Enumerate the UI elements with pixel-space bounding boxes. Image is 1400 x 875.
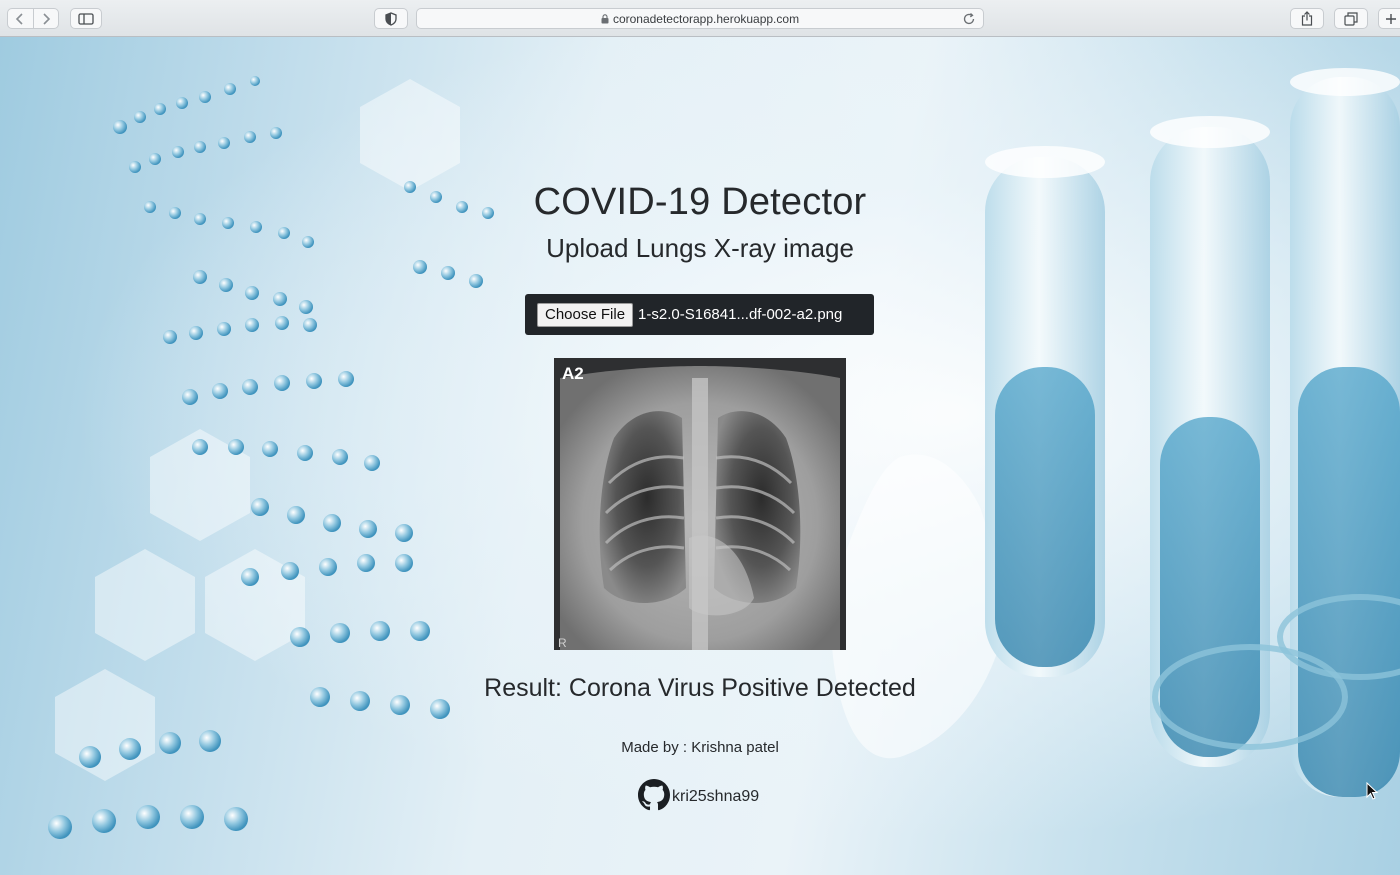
choose-file-button[interactable]: Choose File (537, 302, 634, 327)
page-subtitle: Upload Lungs X-ray image (546, 233, 854, 263)
result-text: Result: Corona Virus Positive Detected (484, 674, 916, 702)
chevron-right-icon (43, 12, 50, 25)
sidebar-icon (78, 12, 94, 25)
page-title: COVID-19 Detector (533, 181, 867, 223)
new-tab-button[interactable] (1378, 8, 1400, 29)
mouse-cursor-icon (1366, 782, 1378, 800)
nav-button-group (7, 8, 59, 29)
chevron-left-icon (16, 12, 23, 25)
address-bar[interactable]: coronadetectorapp.herokuapp.com (416, 8, 984, 29)
privacy-report-button[interactable] (374, 8, 408, 29)
selected-file-name: 1-s2.0-S16841...df-002-a2.png (638, 306, 843, 323)
main-content: COVID-19 Detector Upload Lungs X-ray ima… (0, 37, 1400, 875)
author-credit: Made by : Krishna patel (621, 739, 779, 756)
sidebar-button[interactable] (70, 8, 102, 29)
github-username: kri25shna99 (672, 788, 760, 805)
lock-icon (601, 13, 609, 23)
url-text: coronadetectorapp.herokuapp.com (612, 11, 800, 26)
tabs-overview-icon (1344, 11, 1358, 26)
xray-preview-image: A2 R (554, 358, 846, 650)
tab-overview-button[interactable] (1334, 8, 1368, 29)
shield-icon (385, 11, 397, 26)
reload-icon[interactable] (962, 12, 976, 26)
github-link[interactable]: kri25shna99 (638, 779, 759, 811)
share-icon (1301, 11, 1313, 26)
back-button[interactable] (8, 9, 33, 28)
share-button[interactable] (1290, 8, 1324, 29)
plus-icon (1386, 13, 1396, 24)
xray-side-marker: R (558, 636, 567, 650)
web-page: COVID-19 Detector Upload Lungs X-ray ima… (0, 37, 1400, 875)
file-upload-box[interactable]: Choose File 1-s2.0-S16841...df-002-a2.pn… (525, 294, 874, 335)
github-icon (638, 779, 670, 811)
xray-label: A2 (562, 364, 584, 383)
forward-button[interactable] (34, 9, 59, 28)
chest-xray-picture (554, 358, 846, 650)
browser-toolbar: coronadetectorapp.herokuapp.com (0, 0, 1400, 37)
